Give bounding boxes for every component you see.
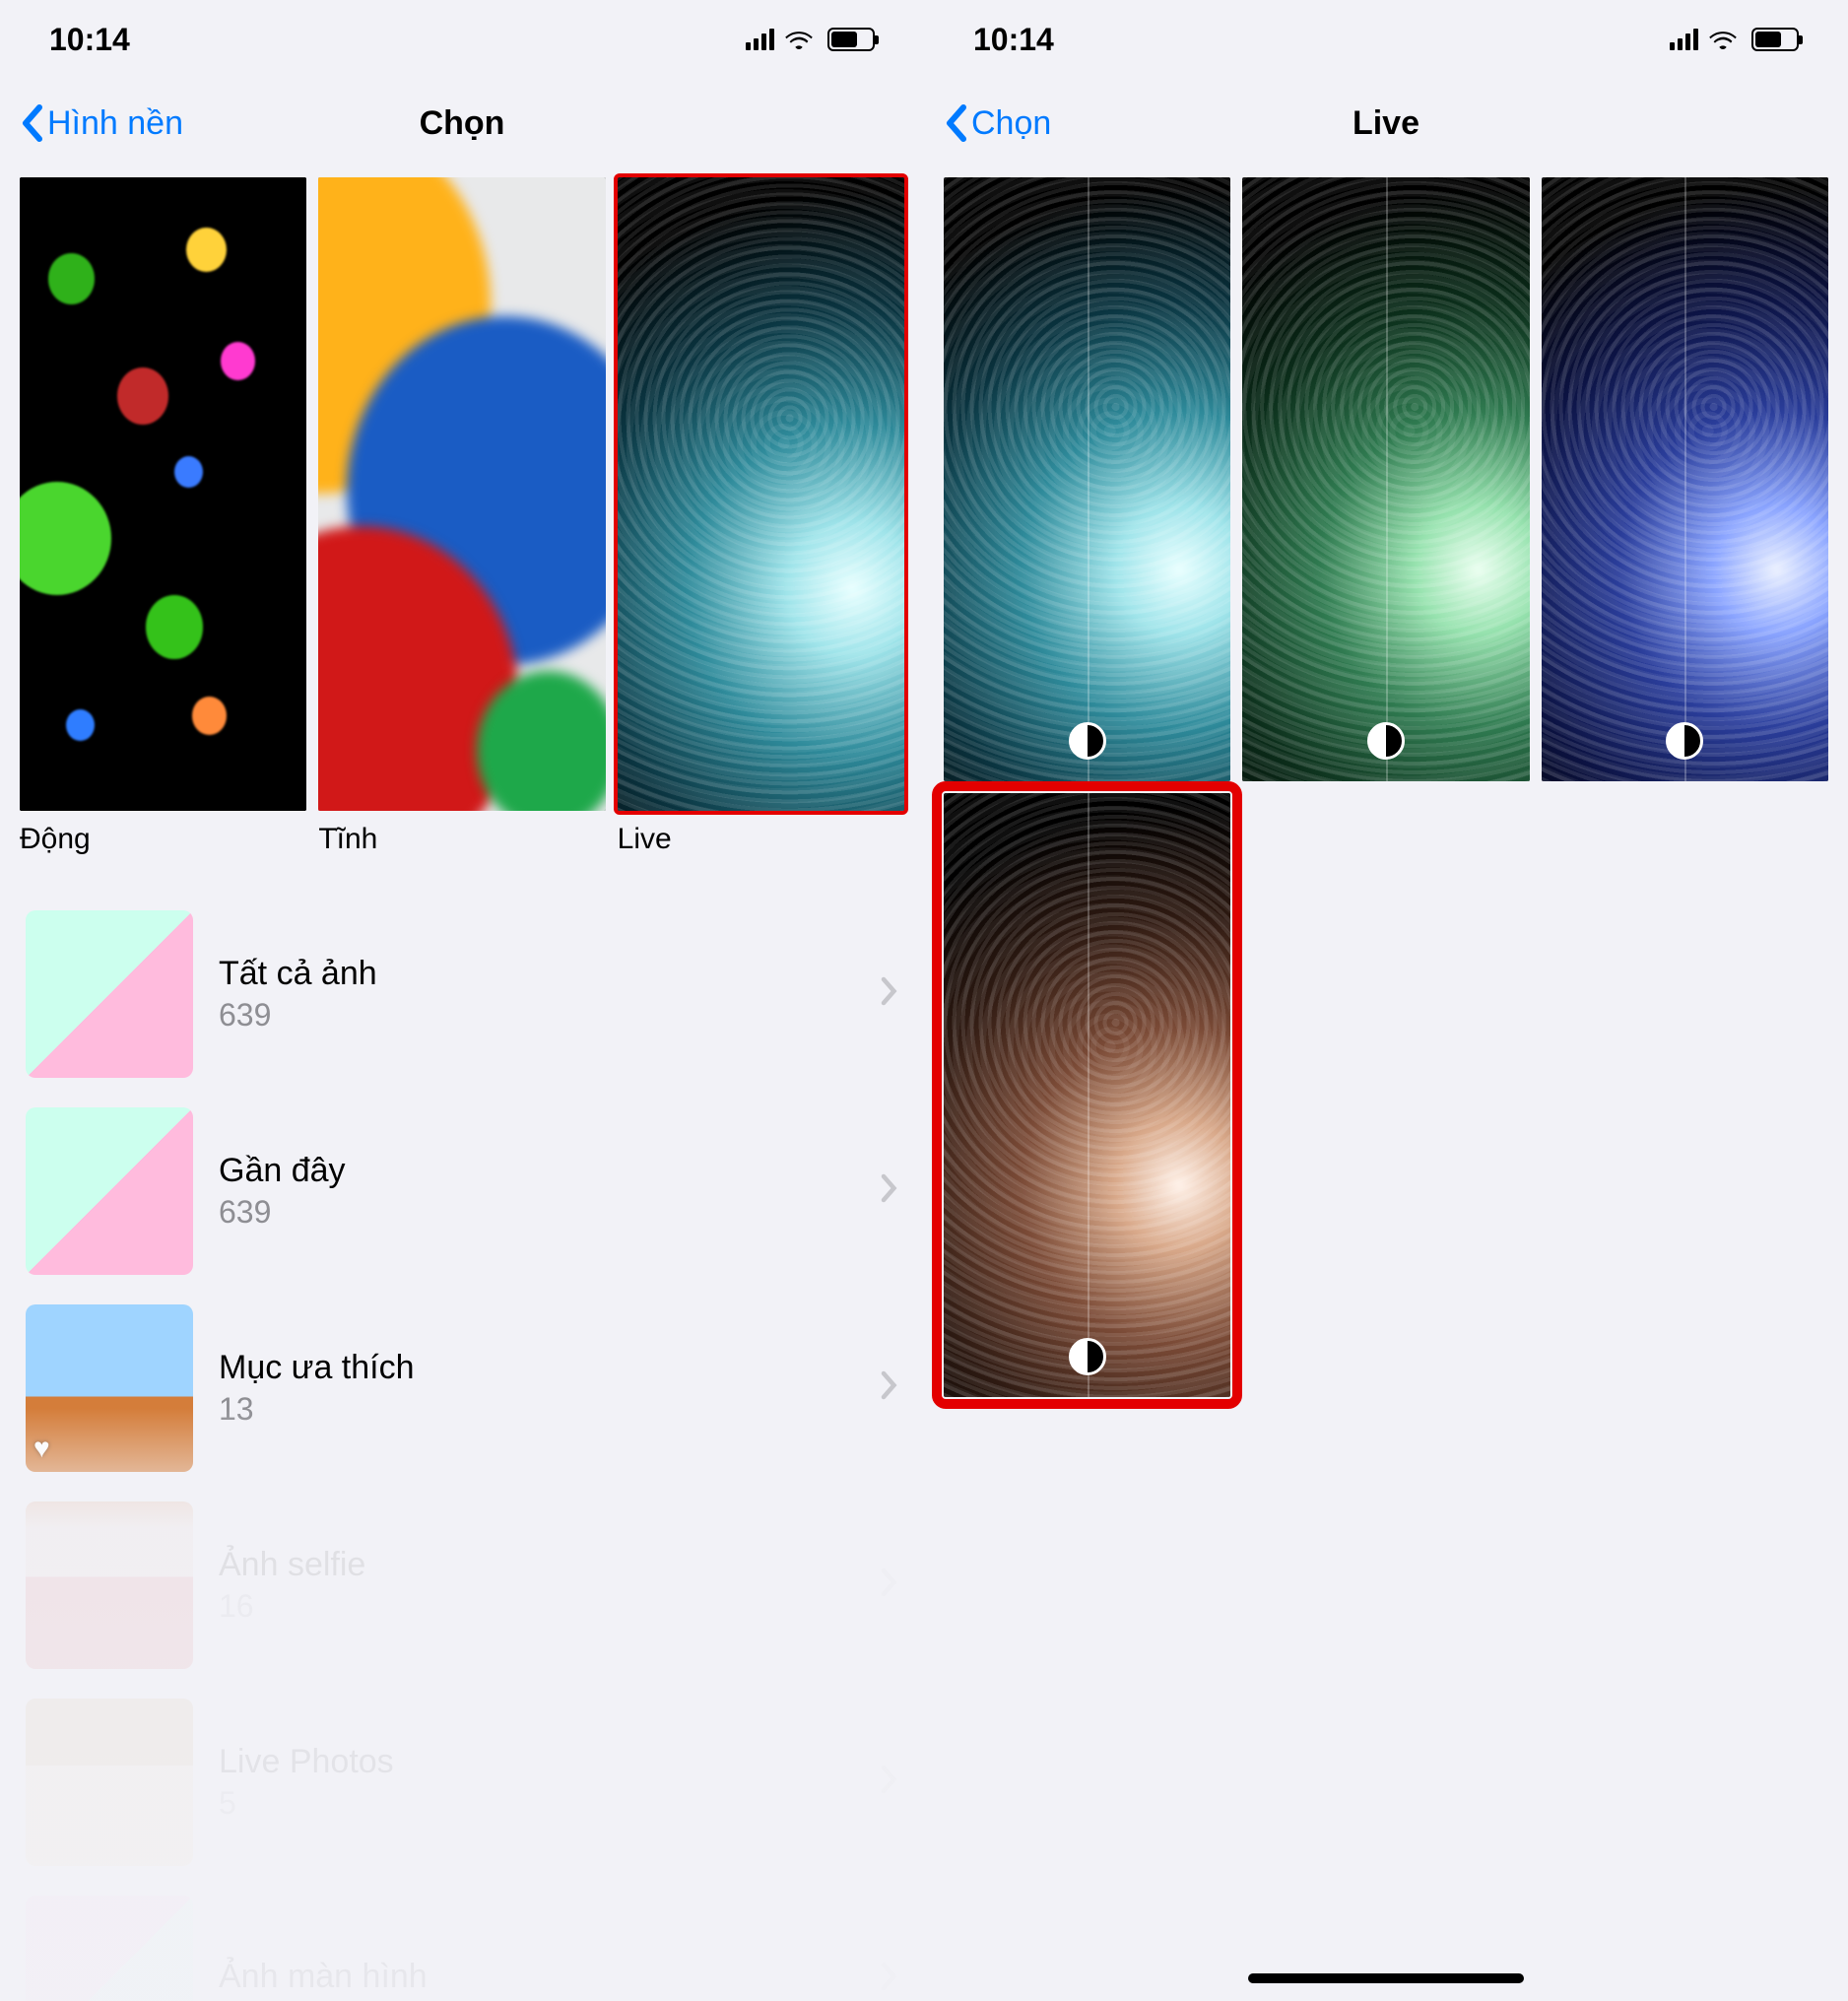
- category-dynamic[interactable]: Động: [20, 177, 306, 856]
- wifi-icon: [784, 22, 814, 58]
- cellular-signal-icon: [1670, 29, 1698, 50]
- status-bar: 10:14: [0, 0, 924, 79]
- chevron-right-icon: [881, 1765, 898, 1799]
- chevron-left-icon: [944, 103, 967, 143]
- status-time: 10:14: [49, 22, 130, 58]
- wifi-icon: [1708, 22, 1738, 58]
- battery-icon: [827, 28, 875, 51]
- category-label: Động: [20, 823, 306, 856]
- album-count: 639: [219, 997, 855, 1034]
- chevron-right-icon: [881, 1370, 898, 1405]
- album-title: Ảnh selfie: [219, 1546, 855, 1584]
- screen-live-wallpapers: 10:14 Chọn Live: [924, 0, 1848, 2001]
- album-row-screenshots[interactable]: Ảnh màn hình: [0, 1881, 924, 2001]
- chevron-left-icon: [20, 103, 43, 143]
- chevron-right-icon: [881, 1962, 898, 1996]
- album-row-selfies[interactable]: Ảnh selfie 16: [0, 1487, 924, 1684]
- nav-bar: Chọn Live: [924, 79, 1848, 167]
- album-count: 16: [219, 1588, 855, 1625]
- heart-icon: ♥: [33, 1433, 50, 1464]
- album-title: Live Photos: [219, 1743, 855, 1781]
- highlighted-thumbnail: [618, 177, 904, 811]
- category-label: Live: [618, 823, 904, 856]
- battery-icon: [1751, 28, 1799, 51]
- album-title: Mục ưa thích: [219, 1349, 855, 1387]
- nav-bar: Hình nền Chọn: [0, 79, 924, 167]
- status-time: 10:14: [973, 22, 1054, 58]
- live-wallpaper-teal[interactable]: [944, 177, 1230, 781]
- wallpaper-category-row: Động Tĩnh Live: [0, 167, 924, 856]
- back-label: Hình nền: [47, 104, 183, 143]
- album-count: 639: [219, 1194, 855, 1231]
- back-button[interactable]: Hình nền: [20, 103, 183, 143]
- live-wallpaper-brown[interactable]: [944, 793, 1230, 1397]
- status-bar: 10:14: [924, 0, 1848, 79]
- chevron-right-icon: [881, 1173, 898, 1208]
- album-count: 13: [219, 1391, 855, 1428]
- live-wallpaper-grid: [924, 167, 1848, 1407]
- chevron-right-icon: [881, 1567, 898, 1602]
- screen-choose-wallpaper: 10:14 Hình nền Chọn: [0, 0, 924, 2001]
- albums-list: Tất cả ảnh 639 Gần đây 639 ♥ Mục ưa thíc…: [0, 896, 924, 2001]
- album-row-recents[interactable]: Gần đây 639: [0, 1093, 924, 1290]
- category-static[interactable]: Tĩnh: [318, 177, 605, 856]
- album-count: 5: [219, 1785, 855, 1822]
- back-label: Chọn: [971, 104, 1051, 143]
- appearance-mode-icon: [1666, 722, 1703, 760]
- chevron-right-icon: [881, 976, 898, 1011]
- appearance-mode-icon: [1069, 1338, 1106, 1375]
- category-live[interactable]: Live: [618, 177, 904, 856]
- cellular-signal-icon: [746, 29, 774, 50]
- live-wallpaper-green[interactable]: [1242, 177, 1529, 781]
- appearance-mode-icon: [1069, 722, 1106, 760]
- album-title: Tất cả ảnh: [219, 955, 855, 993]
- album-title: Gần đây: [219, 1152, 855, 1190]
- album-row-all-photos[interactable]: Tất cả ảnh 639: [0, 896, 924, 1093]
- category-label: Tĩnh: [318, 823, 605, 856]
- page-title: Live: [924, 104, 1848, 143]
- album-title: Ảnh màn hình: [219, 1958, 855, 1996]
- live-wallpaper-blue[interactable]: [1542, 177, 1828, 781]
- home-indicator[interactable]: [1248, 1973, 1524, 1983]
- album-row-live-photos[interactable]: Live Photos 5: [0, 1684, 924, 1881]
- back-button[interactable]: Chọn: [944, 103, 1051, 143]
- appearance-mode-icon: [1367, 722, 1405, 760]
- album-row-favorites[interactable]: ♥ Mục ưa thích 13: [0, 1290, 924, 1487]
